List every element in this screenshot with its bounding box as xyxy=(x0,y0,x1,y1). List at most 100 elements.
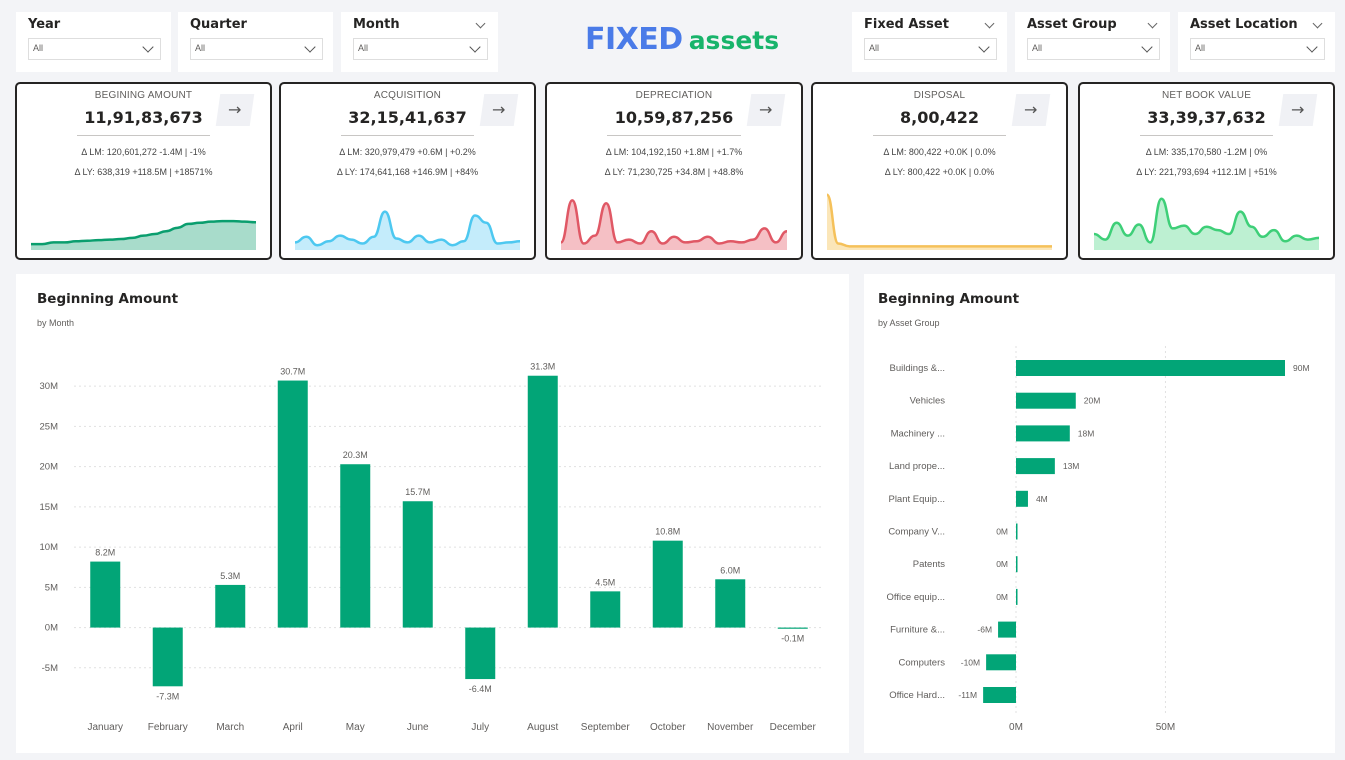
data-label: 4M xyxy=(1036,494,1048,504)
bar xyxy=(1016,556,1018,573)
x-tick-label: 50M xyxy=(1156,722,1175,733)
y-tick-label: Computers xyxy=(899,657,946,668)
slicer-year: Year All xyxy=(16,12,171,72)
y-tick-label: Vehicles xyxy=(910,396,946,407)
data-label: 8.2M xyxy=(95,548,115,558)
bar xyxy=(1016,523,1018,540)
dropdown-value: All xyxy=(1195,43,1206,53)
asset-group-dropdown[interactable]: All xyxy=(1027,38,1160,60)
x-tick-label: November xyxy=(707,722,754,733)
bar xyxy=(340,464,371,628)
data-label: -6.4M xyxy=(469,684,492,694)
divider xyxy=(1140,135,1273,136)
data-label: 13M xyxy=(1063,461,1080,471)
arrow-right-icon[interactable]: → xyxy=(746,94,786,126)
y-tick-label: 15M xyxy=(40,502,59,513)
kpi-card-depreciation[interactable]: DEPRECIATION 10,59,87,256 Δ LM: 104,192,… xyxy=(545,82,803,260)
data-label: 15.7M xyxy=(405,487,430,497)
logo-fixed: FIXED xyxy=(585,22,683,57)
y-tick-label: 25M xyxy=(40,421,59,432)
bar xyxy=(215,584,246,628)
kpi-last-year: Δ LY: 638,319 +118.5M | +18571% xyxy=(74,167,213,177)
chevron-down-icon xyxy=(1141,41,1153,53)
arrow-right-icon[interactable]: → xyxy=(479,94,519,126)
divider xyxy=(607,135,741,136)
bar xyxy=(590,591,621,628)
data-label: 0M xyxy=(996,559,1008,569)
data-label: -10M xyxy=(961,657,980,667)
arrow-right-icon[interactable]: → xyxy=(215,94,255,126)
fixed-asset-dropdown[interactable]: All xyxy=(864,38,997,60)
sparkline xyxy=(559,199,788,250)
sparkline xyxy=(294,210,521,250)
kpi-last-year: Δ LY: 174,641,168 +146.9M | +84% xyxy=(336,167,479,177)
kpi-card-acquisition[interactable]: ACQUISITION 32,15,41,637 Δ LM: 320,979,4… xyxy=(279,82,536,260)
logo-assets: assets xyxy=(688,26,780,55)
y-tick-label: Office equip... xyxy=(887,592,945,603)
bar xyxy=(1016,490,1028,507)
slicer-title: Year xyxy=(28,17,61,32)
data-label: 6.0M xyxy=(720,565,740,575)
x-tick-label: January xyxy=(87,722,123,733)
arrow-right-icon[interactable]: → xyxy=(1278,94,1318,126)
bar xyxy=(715,579,746,628)
data-label: 5.3M xyxy=(220,571,240,581)
slicer-title: Asset Group xyxy=(1027,17,1117,32)
slicer-month: Month All xyxy=(341,12,498,72)
kpi-card-disposal[interactable]: DISPOSAL 8,00,422 Δ LM: 800,422 +0.0K | … xyxy=(811,82,1068,260)
slicer-quarter: Quarter All xyxy=(178,12,333,72)
asset-group-bar-chart[interactable]: 0M 50M Buildings &... 90M Vehicles 20M Machine… xyxy=(864,274,1335,753)
quarter-dropdown[interactable]: All xyxy=(190,38,323,60)
x-tick-label: February xyxy=(148,722,188,733)
arrow-right-icon[interactable]: → xyxy=(1011,94,1051,126)
kpi-card-net-book-value[interactable]: NET BOOK VALUE 33,39,37,632 Δ LM: 335,17… xyxy=(1078,82,1335,260)
month-dropdown[interactable]: All xyxy=(353,38,488,60)
bar xyxy=(90,561,121,628)
sparkline xyxy=(825,193,1052,250)
kpi-last-year: Δ LY: 800,422 +0.0K | 0.0% xyxy=(884,167,995,177)
slicer-title: Fixed Asset xyxy=(864,17,949,32)
bar xyxy=(652,540,683,628)
data-label: -7.3M xyxy=(156,691,179,701)
bar xyxy=(1016,425,1070,442)
sparkline-area xyxy=(827,194,1052,250)
chevron-down-icon xyxy=(304,41,316,53)
bar xyxy=(777,627,808,629)
sparkline xyxy=(31,219,257,250)
x-tick-label: June xyxy=(407,722,429,733)
year-dropdown[interactable]: All xyxy=(28,38,161,60)
bar xyxy=(1016,588,1018,605)
dropdown-value: All xyxy=(869,43,880,53)
kpi-card-begining-amount[interactable]: BEGINING AMOUNT 11,91,83,673 Δ LM: 120,6… xyxy=(15,82,272,260)
x-tick-label: September xyxy=(581,722,631,733)
y-tick-label: Patents xyxy=(913,559,945,570)
chevron-down-icon xyxy=(469,41,481,53)
x-tick-label: December xyxy=(770,722,817,733)
bar xyxy=(983,687,1016,703)
asset-location-dropdown[interactable]: All xyxy=(1190,38,1325,60)
month-bar-chart[interactable]: -5M 0M 5M 10M 15M 20M 25M 30M 8.2M January -7.3M Fe… xyxy=(16,274,849,753)
y-tick-label: Land prope... xyxy=(889,461,945,472)
dropdown-value: All xyxy=(1032,43,1043,53)
y-tick-label: 0M xyxy=(45,623,58,634)
dropdown-value: All xyxy=(33,43,44,53)
data-label: 4.5M xyxy=(595,577,615,587)
slicer-asset-location: Asset Location All xyxy=(1178,12,1335,72)
bar xyxy=(277,380,308,628)
chevron-down-icon xyxy=(142,41,154,53)
data-label: 0M xyxy=(996,527,1008,537)
y-tick-label: 10M xyxy=(40,542,59,553)
kpi-last-month: Δ LM: 335,170,580 -1.2M | 0% xyxy=(1145,147,1268,157)
x-tick-label: August xyxy=(527,722,558,733)
slicer-fixed-asset: Fixed Asset All xyxy=(852,12,1007,72)
bar xyxy=(998,621,1016,638)
data-label: 0M xyxy=(996,592,1008,602)
chevron-down-icon xyxy=(978,41,990,53)
bar xyxy=(527,375,558,628)
asset-group-chart-panel: Beginning Amount by Asset Group 0M 50M Bui… xyxy=(864,274,1335,753)
y-tick-label: 5M xyxy=(45,582,58,593)
data-label: 10.8M xyxy=(655,527,680,537)
bar xyxy=(1016,360,1285,376)
divider xyxy=(341,135,474,136)
chevron-down-icon xyxy=(1306,41,1318,53)
